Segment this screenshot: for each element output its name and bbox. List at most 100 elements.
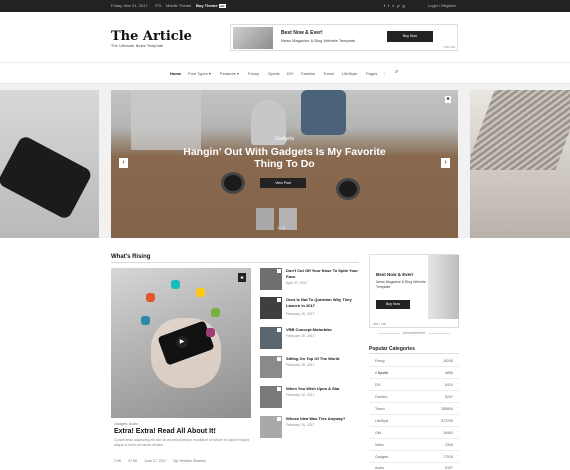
bookmark-icon[interactable]: ✱ — [238, 273, 246, 282]
category-audio[interactable]: Audio 6197 — [369, 462, 459, 470]
featured-title[interactable]: Extra! Extra! Read All About It! — [114, 428, 216, 435]
featured-category[interactable]: Gadgets, Audio — [114, 422, 138, 426]
search-icon[interactable]: ⌕ — [395, 69, 398, 76]
list-thumbnail[interactable] — [260, 356, 282, 378]
category-name: Gadgets — [375, 455, 389, 459]
list-title[interactable]: When You Wish Upon A Star — [286, 386, 358, 392]
slider-next-arrow-icon[interactable]: › — [441, 158, 450, 168]
google-plus-icon[interactable]: g — [402, 3, 407, 8]
nav-features[interactable]: Features ▾ — [220, 71, 239, 76]
ad-size-label: 728 x 90 — [443, 45, 455, 49]
section-title: What's Rising — [111, 254, 151, 260]
app-icon — [171, 280, 180, 289]
header-ad-banner[interactable]: Best Now & Ever! News Magazine & Blog We… — [230, 24, 458, 51]
bookmark-icon — [277, 328, 281, 332]
site-tagline: The Ultimate News Template — [111, 44, 164, 48]
buy-theme-link[interactable]: Buy Theme Hot — [196, 3, 226, 8]
nav-lifestyle[interactable]: LifeStyle — [342, 71, 357, 76]
nav-diy[interactable]: DIY — [287, 71, 294, 76]
category-name: » Sports — [375, 371, 389, 375]
list-date: February 15, 2017 — [286, 423, 315, 427]
list-title[interactable]: VRB Concept Motorbike — [286, 327, 358, 333]
laptop-image — [470, 90, 570, 170]
slide-category[interactable]: Gadgets — [111, 136, 458, 142]
category-name: Travel — [375, 407, 385, 411]
category-video[interactable]: Video 2346 — [369, 439, 459, 451]
bookmark-icon — [277, 269, 281, 273]
list-item[interactable]: When You Wish Upon A Star February 15, 2… — [260, 386, 360, 416]
ad-subtitle: News Magazine & Blog Website Template. — [376, 280, 426, 289]
app-icon — [196, 288, 205, 297]
slider-prev-arrow-icon[interactable]: ‹ — [119, 158, 128, 168]
category-count: 8424 — [445, 383, 453, 387]
app-icon — [141, 316, 150, 325]
categories-divider — [369, 353, 459, 354]
mobile-theme-link[interactable]: Mobile Theme — [166, 3, 191, 8]
hot-badge: Hot — [218, 4, 226, 8]
list-title[interactable]: Whose Idea Was This Anyway? — [286, 416, 358, 422]
post-author[interactable]: By: Heather Sharkey — [174, 459, 206, 463]
category-gifs[interactable]: Gifs 18463 — [369, 427, 459, 439]
list-thumbnail[interactable] — [260, 416, 282, 438]
category-diy[interactable]: DIY 8424 — [369, 379, 459, 391]
list-title[interactable]: Don't Cut Off Your Nose To Spite Your Fa… — [286, 268, 358, 279]
category-name: Fashion — [375, 395, 388, 399]
list-thumbnail[interactable] — [260, 268, 282, 290]
list-thumbnail[interactable] — [260, 386, 282, 408]
nav-travel[interactable]: Travel — [323, 71, 334, 76]
category-sports[interactable]: » Sports 6856 — [369, 367, 459, 379]
nav-pages[interactable]: Pages — [366, 71, 377, 76]
nav-divider: | — [384, 71, 386, 76]
nav-sports[interactable]: Sports — [268, 71, 280, 76]
bookmark-icon[interactable]: ✱ — [445, 96, 451, 103]
ad-buy-button[interactable]: Buy Now — [387, 31, 433, 42]
prev-slide-preview[interactable] — [0, 90, 99, 238]
list-thumbnail[interactable] — [260, 297, 282, 319]
category-lifestyle[interactable]: LifeStyle 872239 — [369, 415, 459, 427]
category-name: LifeStyle — [375, 419, 389, 423]
ad-subtitle: News Magazine & Blog Website Template. — [281, 38, 357, 43]
sidebar-ad[interactable]: Best Now & Ever! News Magazine & Blog We… — [369, 254, 459, 328]
category-count: 872239 — [441, 419, 453, 423]
ad-buy-button[interactable]: Buy Now — [376, 300, 410, 309]
site-logo[interactable]: The Article — [111, 29, 192, 44]
list-item[interactable]: Ours Is Not To Question Why They Launch … — [260, 297, 360, 327]
app-icon — [206, 328, 215, 337]
list-item[interactable]: VRB Concept Motorbike February 15, 2017 — [260, 327, 360, 357]
ad-title: Best Now & Ever! — [376, 272, 414, 277]
category-name: Audio — [375, 466, 384, 470]
featured-image[interactable]: ▶ ✱ — [111, 268, 251, 418]
list-title[interactable]: Ours Is Not To Question Why They Launch … — [286, 297, 358, 308]
view-post-button[interactable]: View Post — [260, 178, 306, 188]
category-count: 2346 — [445, 443, 453, 447]
category-count: 6247 — [445, 395, 453, 399]
list-date: February 15, 2017 — [286, 393, 315, 397]
nav-funny[interactable]: Funny — [248, 71, 259, 76]
nav-post-types[interactable]: Post Types ▾ — [188, 71, 211, 76]
main-nav: Home Post Types ▾ Features ▾ Funny Sport… — [0, 62, 570, 84]
list-date: April 27, 2017 — [286, 281, 308, 285]
slide-title[interactable]: Hangin' Out With Gadgets Is My Favorite … — [181, 146, 388, 170]
list-item[interactable]: Whose Idea Was This Anyway? February 15,… — [260, 416, 360, 446]
category-fashion[interactable]: Fashion 6247 — [369, 391, 459, 403]
list-title[interactable]: Sitting On Top Of The World — [286, 356, 358, 362]
play-icon[interactable]: ▶ — [176, 336, 188, 348]
list-item[interactable]: Don't Cut Off Your Nose To Spite Your Fa… — [260, 268, 360, 298]
category-travel[interactable]: Travel 288659 — [369, 403, 459, 415]
list-thumbnail[interactable] — [260, 327, 282, 349]
login-link[interactable]: Login / Register — [428, 3, 456, 8]
nav-home[interactable]: Home — [170, 71, 181, 76]
nav-fashion[interactable]: Fashion — [301, 71, 315, 76]
rtl-link[interactable]: RTL — [155, 3, 162, 8]
category-name: Gifs — [375, 431, 382, 435]
next-slide-preview[interactable] — [470, 90, 570, 238]
views-count: 2.9K — [114, 459, 122, 463]
category-funny[interactable]: Funny 28245 — [369, 355, 459, 367]
list-item[interactable]: Sitting On Top Of The World February 15,… — [260, 356, 360, 386]
bookmark-icon — [277, 357, 281, 361]
category-count: 18463 — [443, 431, 453, 435]
category-name: Funny — [375, 359, 385, 363]
date-label: Friday, Mar 31, 2017 — [111, 3, 148, 8]
active-slide[interactable]: Gadgets Hangin' Out With Gadgets Is My F… — [111, 90, 458, 238]
featured-excerpt: Consectetur adipiscing elit sed do eiusm… — [114, 438, 250, 447]
